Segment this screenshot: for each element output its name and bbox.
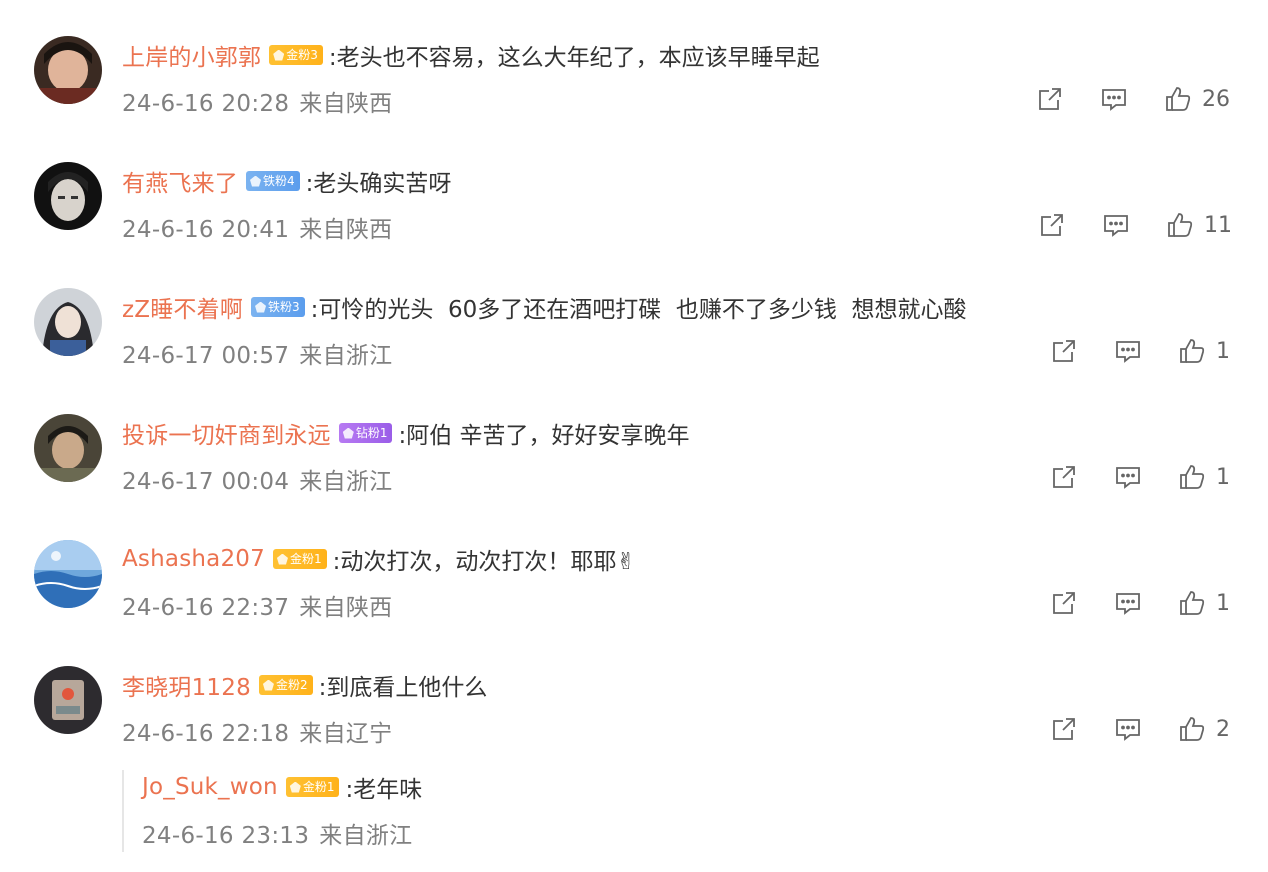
thumbs-up-icon[interactable] (1166, 211, 1194, 239)
badge-icon (342, 427, 354, 439)
comment-location: 来自陕西 (299, 91, 393, 117)
comment-item: 上岸的小郭郭 金粉3 :老头也不容易，这么大年纪了，本应该早睡早起 24-6-1… (0, 0, 1268, 126)
reply-text: :老年味 (345, 777, 423, 803)
badge-label: 铁粉3 (268, 300, 300, 314)
fan-badge[interactable]: 铁粉3 (251, 297, 305, 317)
comment-icon[interactable] (1114, 463, 1142, 491)
comment-location: 来自陕西 (299, 595, 393, 621)
username[interactable]: 投诉一切奸商到永远 (122, 416, 331, 450)
comment-date: 24-6-16 20:41 (122, 217, 290, 243)
comment-meta: 24-6-16 20:28 来自陕西 (122, 84, 392, 118)
comment-icon[interactable] (1100, 85, 1128, 113)
badge-icon (255, 301, 267, 313)
avatar[interactable] (34, 36, 102, 104)
comment-text: :可怜的光头 60多了还在酒吧打碟 也赚不了多少钱 想想就心酸 (310, 297, 967, 323)
avatar[interactable] (34, 162, 102, 230)
badge-icon (289, 781, 301, 793)
fan-badge[interactable]: 金粉1 (285, 777, 340, 797)
comment-location: 来自陕西 (299, 217, 393, 243)
badge-icon (262, 679, 274, 691)
share-icon[interactable] (1050, 715, 1078, 743)
comment-item: 李晓玥1128 金粉2 :到底看上他什么 24-6-16 22:18 来自辽宁 2 (0, 630, 1268, 756)
like-count: 26 (1202, 86, 1230, 112)
comment-location: 来自浙江 (299, 343, 393, 369)
comment-location: 来自辽宁 (299, 721, 393, 747)
badge-label: 钻粉1 (355, 426, 388, 440)
username[interactable]: Jo_Suk_won (142, 774, 278, 800)
comment-text: :老头确实苦呀 (305, 171, 452, 197)
thumbs-up-icon[interactable] (1178, 463, 1206, 491)
comment-date: 24-6-16 22:18 (122, 721, 290, 747)
fan-badge[interactable]: 金粉3 (269, 45, 323, 65)
like-count: 1 (1216, 464, 1230, 490)
comment-text: :到底看上他什么 (318, 675, 488, 701)
comment-icon[interactable] (1114, 337, 1142, 365)
avatar[interactable] (34, 540, 102, 608)
comment-icon[interactable] (1114, 589, 1142, 617)
comment-item: zZ睡不着啊 铁粉3 :可怜的光头 60多了还在酒吧打碟 也赚不了多少钱 想想就… (0, 252, 1268, 378)
share-icon[interactable] (1038, 211, 1066, 239)
thumbs-up-icon[interactable] (1178, 589, 1206, 617)
comment-item: 投诉一切奸商到永远 钻粉1 :阿伯 辛苦了，好好安享晚年 24-6-17 00:… (0, 378, 1268, 504)
badge-label: 金粉1 (302, 780, 335, 794)
badge-icon (273, 49, 285, 61)
username[interactable]: Ashasha207 (122, 546, 265, 572)
comment-icon[interactable] (1102, 211, 1130, 239)
badge-icon (250, 175, 261, 187)
badge-label: 金粉3 (286, 48, 318, 62)
comment-text: :老头也不容易，这么大年纪了，本应该早睡早起 (328, 45, 820, 71)
comment-date: 24-6-16 22:37 (122, 595, 290, 621)
avatar[interactable] (34, 666, 102, 734)
share-icon[interactable] (1036, 85, 1064, 113)
comment-meta: 24-6-16 22:37 来自陕西 (122, 588, 392, 622)
reply-meta: 24-6-16 23:13 来自浙江 (142, 816, 412, 850)
like-count: 11 (1204, 212, 1232, 238)
comment-meta: 24-6-16 20:41 来自陕西 (122, 210, 392, 244)
thumbs-up-icon[interactable] (1164, 85, 1192, 113)
like-count: 1 (1216, 590, 1230, 616)
fan-badge[interactable]: 铁粉4 (246, 171, 300, 191)
fan-badge[interactable]: 金粉2 (258, 675, 313, 695)
share-icon[interactable] (1050, 463, 1078, 491)
comment-item: 有燕飞来了 铁粉4 :老头确实苦呀 24-6-16 20:41 来自陕西 11 (0, 126, 1268, 252)
badge-label: 铁粉4 (263, 174, 295, 188)
comment-text: :动次打次，动次打次！耶耶✌ (332, 549, 636, 575)
avatar[interactable] (34, 414, 102, 482)
comment-item: Ashasha207 金粉1 :动次打次，动次打次！耶耶✌ 24-6-16 22… (0, 504, 1268, 630)
comment-text: :阿伯 辛苦了，好好安享晚年 (398, 423, 690, 449)
fan-badge[interactable]: 金粉1 (272, 549, 327, 569)
share-icon[interactable] (1050, 589, 1078, 617)
reply-date: 24-6-16 23:13 (142, 823, 310, 849)
username[interactable]: zZ睡不着啊 (122, 290, 243, 324)
avatar[interactable] (34, 288, 102, 356)
share-icon[interactable] (1050, 337, 1078, 365)
username[interactable]: 李晓玥1128 (122, 668, 251, 702)
comment-icon[interactable] (1114, 715, 1142, 743)
reply-location: 来自浙江 (319, 823, 413, 849)
badge-label: 金粉2 (275, 678, 308, 692)
like-count: 2 (1216, 716, 1230, 742)
reply-item: Jo_Suk_won 金粉1 :老年味 24-6-16 23:13 来自浙江 (122, 770, 1244, 852)
comment-meta: 24-6-16 22:18 来自辽宁 (122, 714, 392, 748)
comment-meta: 24-6-17 00:04 来自浙江 (122, 462, 392, 496)
username[interactable]: 上岸的小郭郭 (122, 38, 261, 72)
comment-date: 24-6-17 00:57 (122, 343, 290, 369)
thumbs-up-icon[interactable] (1178, 337, 1206, 365)
comment-date: 24-6-17 00:04 (122, 469, 290, 495)
thumbs-up-icon[interactable] (1178, 715, 1206, 743)
fan-badge[interactable]: 钻粉1 (338, 423, 393, 443)
badge-icon (276, 553, 288, 565)
comment-location: 来自浙江 (299, 469, 393, 495)
username[interactable]: 有燕飞来了 (122, 164, 238, 198)
comment-meta: 24-6-17 00:57 来自浙江 (122, 336, 392, 370)
like-count: 1 (1216, 338, 1230, 364)
badge-label: 金粉1 (289, 552, 322, 566)
comment-date: 24-6-16 20:28 (122, 91, 290, 117)
